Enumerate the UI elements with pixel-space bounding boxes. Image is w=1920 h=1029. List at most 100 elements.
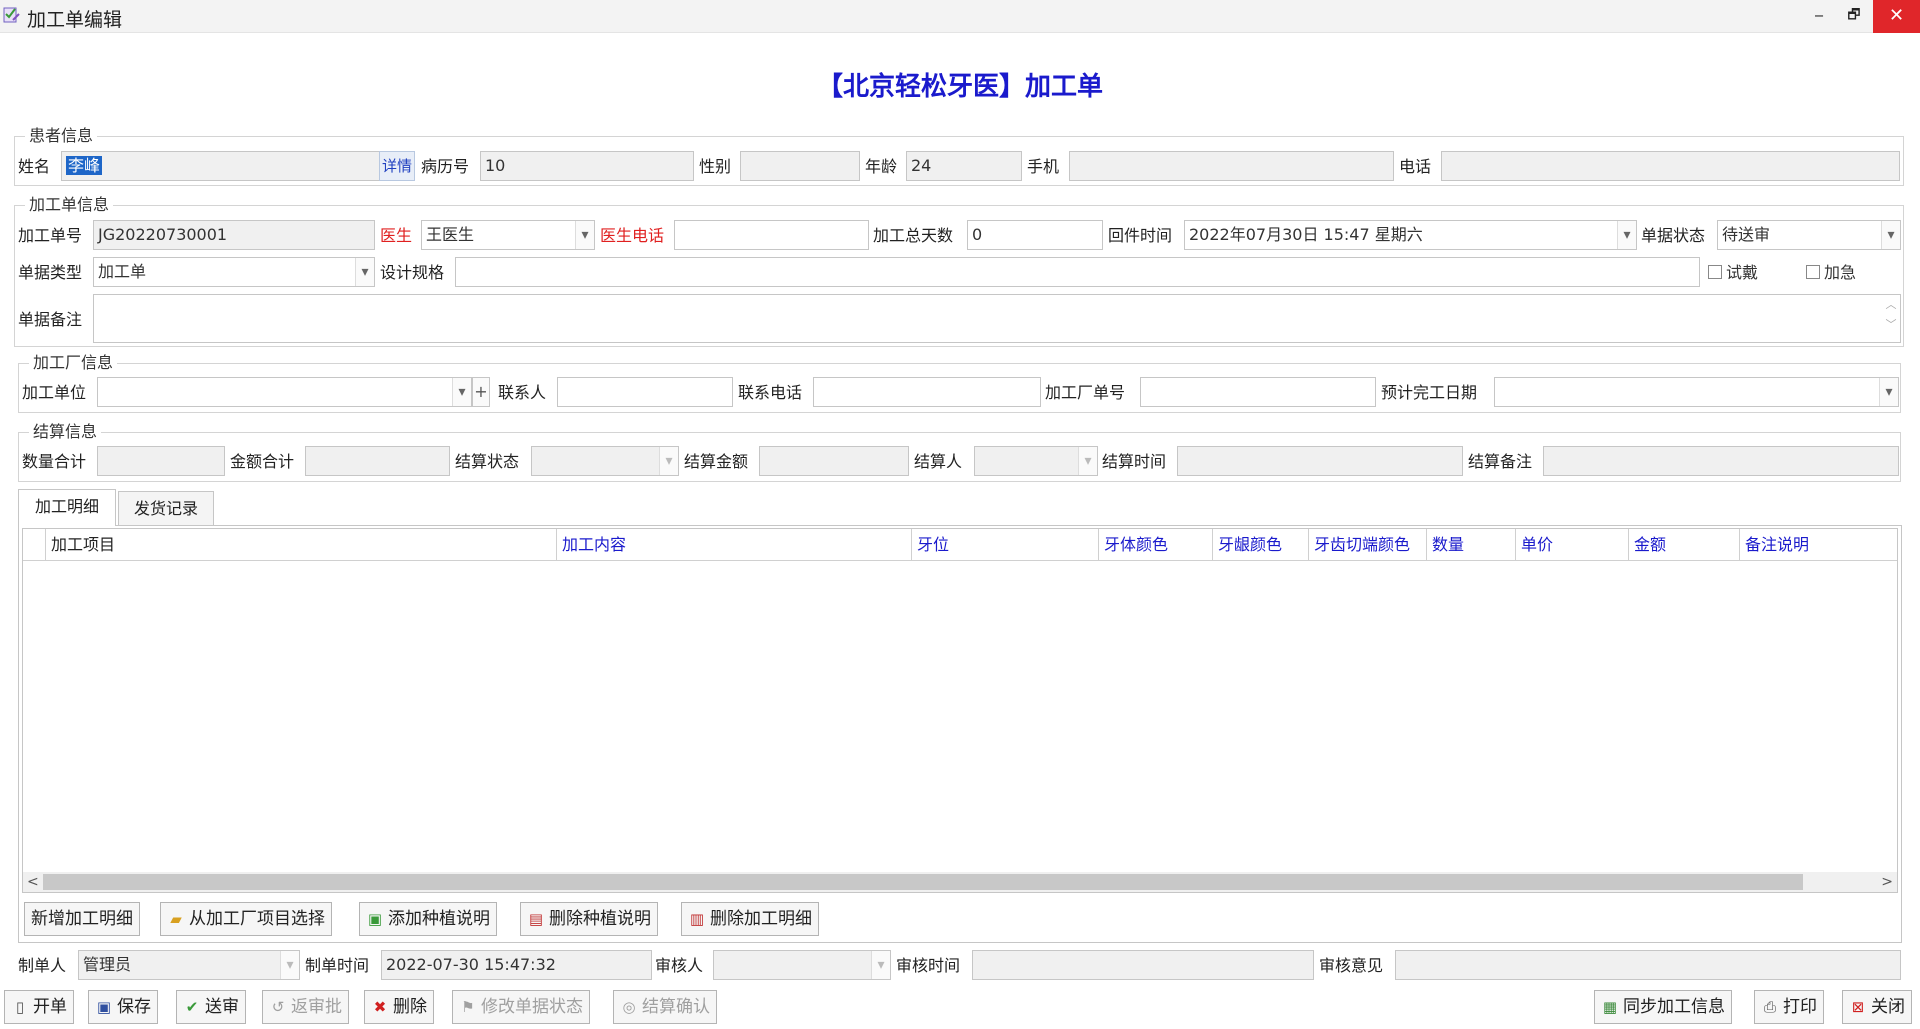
grid-col-tooth-position[interactable]: 牙位 (911, 529, 1098, 561)
group-title: 患者信息 (25, 127, 98, 145)
sync-grid-icon: ▦ (1602, 998, 1618, 1016)
modify-status-button[interactable]: ⚑ 修改单据状态 (452, 990, 590, 1024)
contact-phone-label: 联系电话 (738, 383, 803, 402)
settle-amount-field[interactable] (759, 446, 909, 476)
order-type-label: 单据类型 (18, 263, 83, 282)
textarea-scrollbar[interactable]: ︿ ﹀ (1882, 295, 1900, 342)
factory-no-field[interactable] (1140, 377, 1376, 407)
grid-horizontal-scrollbar[interactable]: < > (23, 872, 1897, 892)
finish-date-label: 预计完工日期 (1381, 383, 1478, 402)
grid-col-item[interactable]: 加工项目 (45, 529, 556, 561)
order-remark-textarea[interactable]: ︿ ﹀ (93, 294, 1901, 343)
checkbox-box (1806, 265, 1820, 279)
urgent-checkbox[interactable]: 加急 (1806, 263, 1856, 283)
settle-remark-field[interactable] (1543, 446, 1899, 476)
window-titlebar: 加工单编辑 ‒ 🗗 ✕ (0, 0, 1920, 33)
mobile-field[interactable] (1069, 151, 1394, 181)
mobile-label: 手机 (1027, 157, 1060, 176)
scrollbar-thumb[interactable] (43, 874, 1803, 890)
finish-date-picker[interactable] (1494, 377, 1899, 407)
phone-label: 电话 (1399, 157, 1432, 176)
design-spec-label: 设计规格 (380, 263, 445, 282)
button-label: 打印 (1783, 997, 1817, 1017)
settle-person-label: 结算人 (914, 452, 963, 471)
group-title: 加工厂信息 (29, 354, 118, 372)
contact-phone-field[interactable] (813, 377, 1041, 407)
qty-total-field[interactable] (97, 446, 225, 476)
settle-person-select[interactable] (974, 446, 1098, 476)
window-title: 加工单编辑 (27, 9, 123, 31)
button-label: 返审批 (291, 997, 342, 1017)
tab-delivery-records[interactable]: 发货记录 (118, 491, 214, 526)
maker-label: 制单人 (18, 956, 67, 975)
name-label: 姓名 (18, 157, 51, 176)
new-order-button[interactable]: ▯ 开单 (4, 990, 74, 1024)
close-window-button[interactable]: ✕ (1873, 0, 1920, 33)
add-factory-button[interactable]: + (472, 377, 490, 407)
return-approval-button[interactable]: ↺ 返审批 (262, 990, 349, 1024)
print-button[interactable]: ⎙ 打印 (1754, 990, 1824, 1024)
patient-detail-button[interactable]: 详情 (379, 151, 415, 181)
scroll-left-icon[interactable]: < (27, 872, 39, 892)
settle-status-select[interactable] (531, 446, 679, 476)
phone-field[interactable] (1441, 151, 1900, 181)
grid-col-incisal-color[interactable]: 牙齿切端颜色 (1308, 529, 1426, 561)
auditor-label: 审核人 (655, 956, 704, 975)
submit-review-button[interactable]: ✔ 送审 (176, 990, 246, 1024)
tab-processing-details[interactable]: 加工明细 (18, 489, 116, 526)
audit-opinion-label: 审核意见 (1319, 956, 1384, 975)
scroll-right-icon[interactable]: > (1881, 872, 1893, 892)
audit-opinion-field[interactable] (1395, 950, 1901, 980)
factory-unit-label: 加工单位 (22, 383, 87, 402)
delete-implant-note-button[interactable]: ▤ 删除种植说明 (520, 902, 658, 936)
select-factory-item-button[interactable]: ▰ 从加工厂项目选择 (160, 902, 332, 936)
amount-total-field[interactable] (305, 446, 450, 476)
close-button[interactable]: ⊠ 关闭 (1842, 990, 1912, 1024)
design-spec-field[interactable] (455, 257, 1700, 287)
return-time-picker[interactable]: 2022年07月30日 15:47 星期六 (1184, 220, 1637, 250)
add-implant-note-button[interactable]: ▣ 添加种植说明 (359, 902, 497, 936)
settle-amount-label: 结算金额 (684, 452, 749, 471)
record-no-field[interactable]: 10 (480, 151, 694, 181)
doctor-phone-field[interactable] (674, 220, 869, 250)
minimize-button[interactable]: ‒ (1802, 0, 1836, 33)
make-time-field[interactable]: 2022-07-30 15:47:32 (381, 950, 652, 980)
new-document-icon: ▯ (15, 998, 25, 1016)
delete-detail-button[interactable]: ▥ 删除加工明细 (681, 902, 819, 936)
delete-button[interactable]: ✖ 删除 (364, 990, 434, 1024)
gender-field[interactable] (740, 151, 860, 181)
order-type-select[interactable]: 加工单 (93, 257, 375, 287)
name-field[interactable]: 李峰 (61, 151, 381, 181)
try-on-checkbox[interactable]: 试戴 (1708, 263, 1758, 283)
grid-col-content[interactable]: 加工内容 (556, 529, 911, 561)
button-label: 同步加工信息 (1623, 997, 1725, 1017)
add-detail-button[interactable]: 新增加工明细 (24, 902, 140, 936)
restore-button[interactable]: 🗗 (1837, 0, 1871, 33)
grid-col-quantity[interactable]: 数量 (1426, 529, 1515, 561)
grid-col-amount[interactable]: 金额 (1628, 529, 1739, 561)
order-status-select[interactable]: 待送审 (1717, 220, 1901, 250)
close-box-icon: ⊠ (1851, 998, 1865, 1016)
button-label: 保存 (117, 997, 151, 1017)
save-button[interactable]: ▣ 保存 (88, 990, 158, 1024)
grid-col-remark[interactable]: 备注说明 (1739, 529, 1897, 561)
sync-processing-info-button[interactable]: ▦ 同步加工信息 (1594, 990, 1732, 1024)
name-value: 李峰 (66, 156, 103, 175)
grid-col-tooth-color[interactable]: 牙体颜色 (1098, 529, 1212, 561)
button-label: 删除 (393, 997, 427, 1017)
settle-time-field[interactable] (1177, 446, 1463, 476)
total-days-field[interactable]: 0 (967, 220, 1103, 250)
factory-unit-select[interactable] (97, 377, 472, 407)
auditor-select[interactable] (713, 950, 891, 980)
grid-col-gum-color[interactable]: 牙龈颜色 (1212, 529, 1308, 561)
grid-col-unit-price[interactable]: 单价 (1515, 529, 1628, 561)
maker-select[interactable]: 管理员 (78, 950, 300, 980)
settle-confirm-button[interactable]: ◎ 结算确认 (613, 990, 717, 1024)
contact-field[interactable] (557, 377, 733, 407)
audit-time-field[interactable] (972, 950, 1314, 980)
doctor-select[interactable]: 王医生 (421, 220, 595, 250)
make-time-label: 制单时间 (305, 956, 370, 975)
age-field[interactable]: 24 (906, 151, 1022, 181)
order-no-field[interactable]: JG20220730001 (93, 220, 375, 250)
delete-note-icon: ▤ (528, 910, 544, 928)
